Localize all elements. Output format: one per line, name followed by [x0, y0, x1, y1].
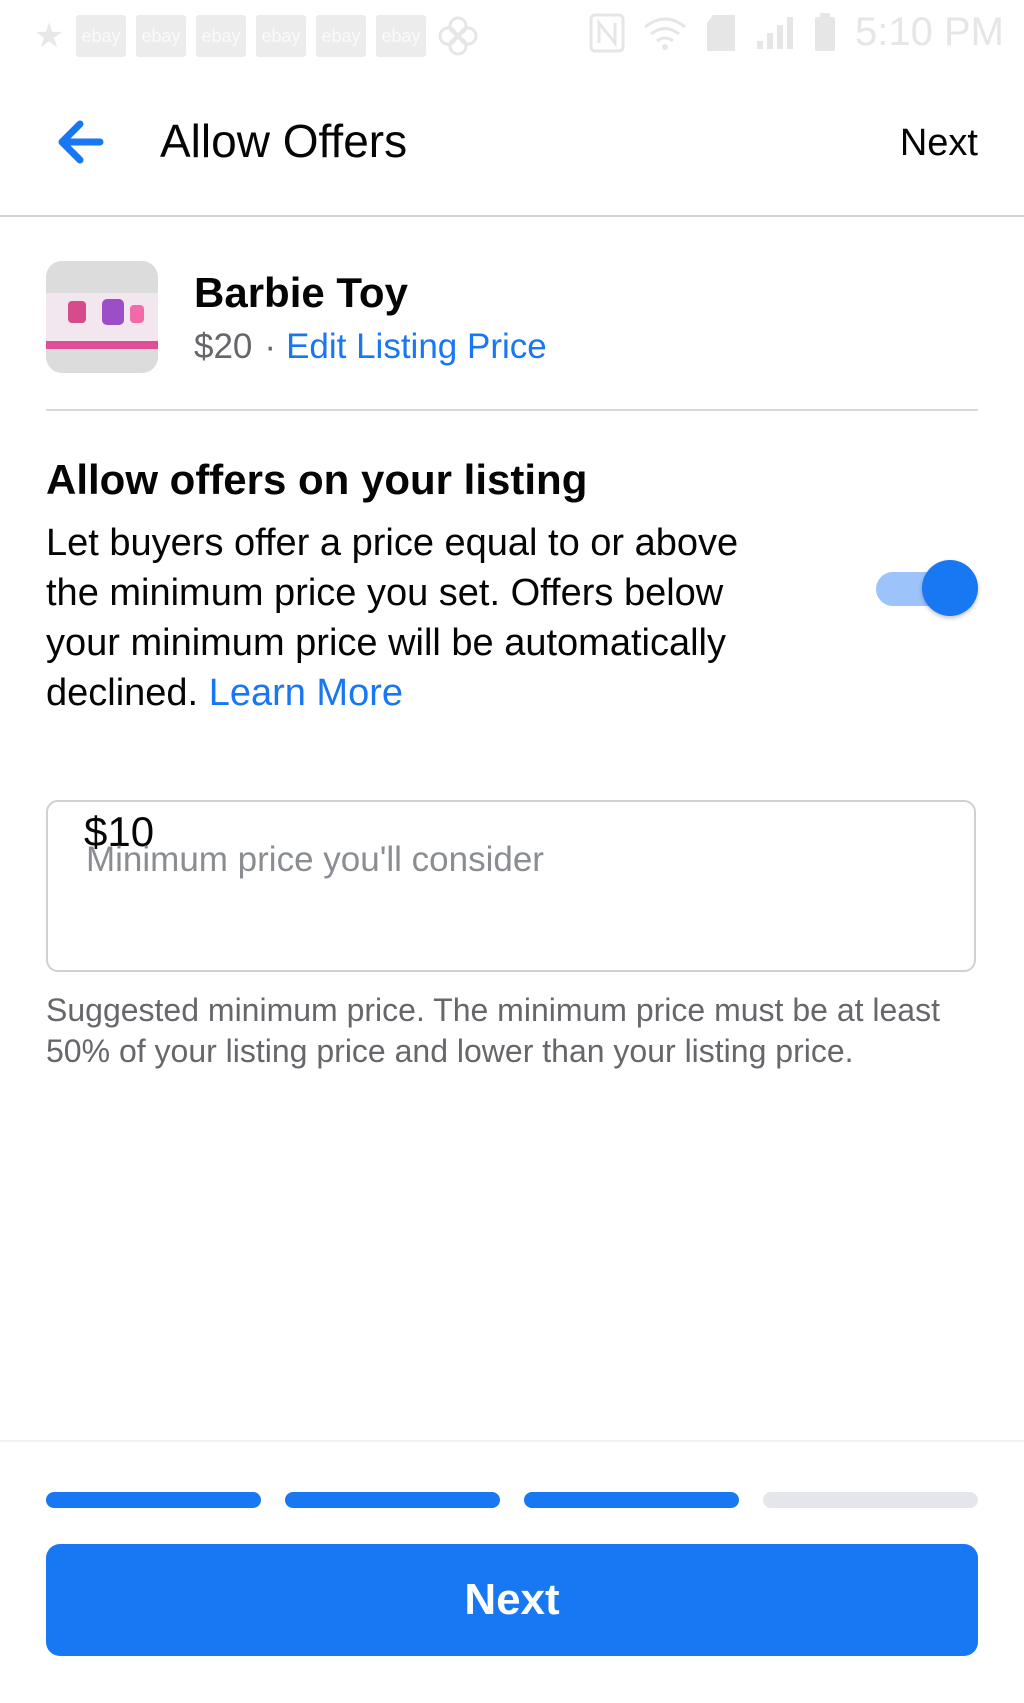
separator-dot: · — [264, 327, 277, 366]
step-progress — [46, 1492, 978, 1508]
pinwheel-icon — [438, 16, 478, 56]
listing-title: Barbie Toy — [194, 269, 408, 316]
ebay-icon: ebay — [256, 15, 306, 57]
progress-segment — [285, 1492, 500, 1508]
wifi-icon — [644, 17, 686, 50]
minimum-price-helper-text: Suggested minimum price. The minimum pri… — [46, 992, 940, 1069]
notification-icons: ★ ebay ebay ebay ebay ebay ebay — [32, 14, 480, 58]
arrow-left-icon[interactable] — [52, 114, 108, 170]
listing-thumbnail — [46, 261, 158, 373]
system-icons: 5:10 PM — [589, 10, 1004, 55]
allow-offers-toggle[interactable] — [876, 560, 978, 616]
ebay-icon: ebay — [316, 15, 366, 57]
progress-segment — [524, 1492, 739, 1508]
ebay-icon: ebay — [76, 15, 126, 57]
listing-summary: Barbie Toy $20 · Edit Listing Price — [46, 261, 978, 411]
offers-description: Let buyers offer a price equal to or abo… — [46, 518, 786, 718]
progress-segment — [763, 1492, 978, 1508]
status-bar: ★ ebay ebay ebay ebay ebay ebay 5:10 PM — [0, 0, 1024, 70]
footer: Next — [0, 1440, 1024, 1703]
ebay-icon: ebay — [196, 15, 246, 57]
app-header: Allow Offers Next — [0, 70, 1024, 217]
ebay-icon: ebay — [136, 15, 186, 57]
learn-more-link[interactable]: Learn More — [209, 672, 403, 714]
progress-segment — [46, 1492, 261, 1508]
next-button[interactable]: Next — [46, 1544, 978, 1656]
listing-price-row: $20 · Edit Listing Price — [194, 327, 547, 367]
toggle-knob — [922, 560, 978, 616]
edit-listing-price-link[interactable]: Edit Listing Price — [286, 327, 547, 366]
clock: 5:10 PM — [855, 10, 1004, 54]
ebay-icon: ebay — [376, 15, 426, 57]
sd-card-icon — [707, 14, 736, 51]
minimum-price-placeholder: Minimum price you'll consider — [86, 840, 544, 879]
minimum-price-input[interactable]: $10 Minimum price you'll consider — [46, 800, 976, 972]
nfc-icon — [589, 13, 625, 52]
signal-icon — [757, 16, 794, 49]
battery-icon — [815, 12, 836, 51]
listing-price: $20 — [194, 327, 253, 366]
page-title: Allow Offers — [160, 115, 408, 167]
star-icon: ★ — [33, 17, 65, 55]
offers-heading: Allow offers on your listing — [46, 456, 588, 503]
header-next-button[interactable]: Next — [900, 122, 978, 165]
